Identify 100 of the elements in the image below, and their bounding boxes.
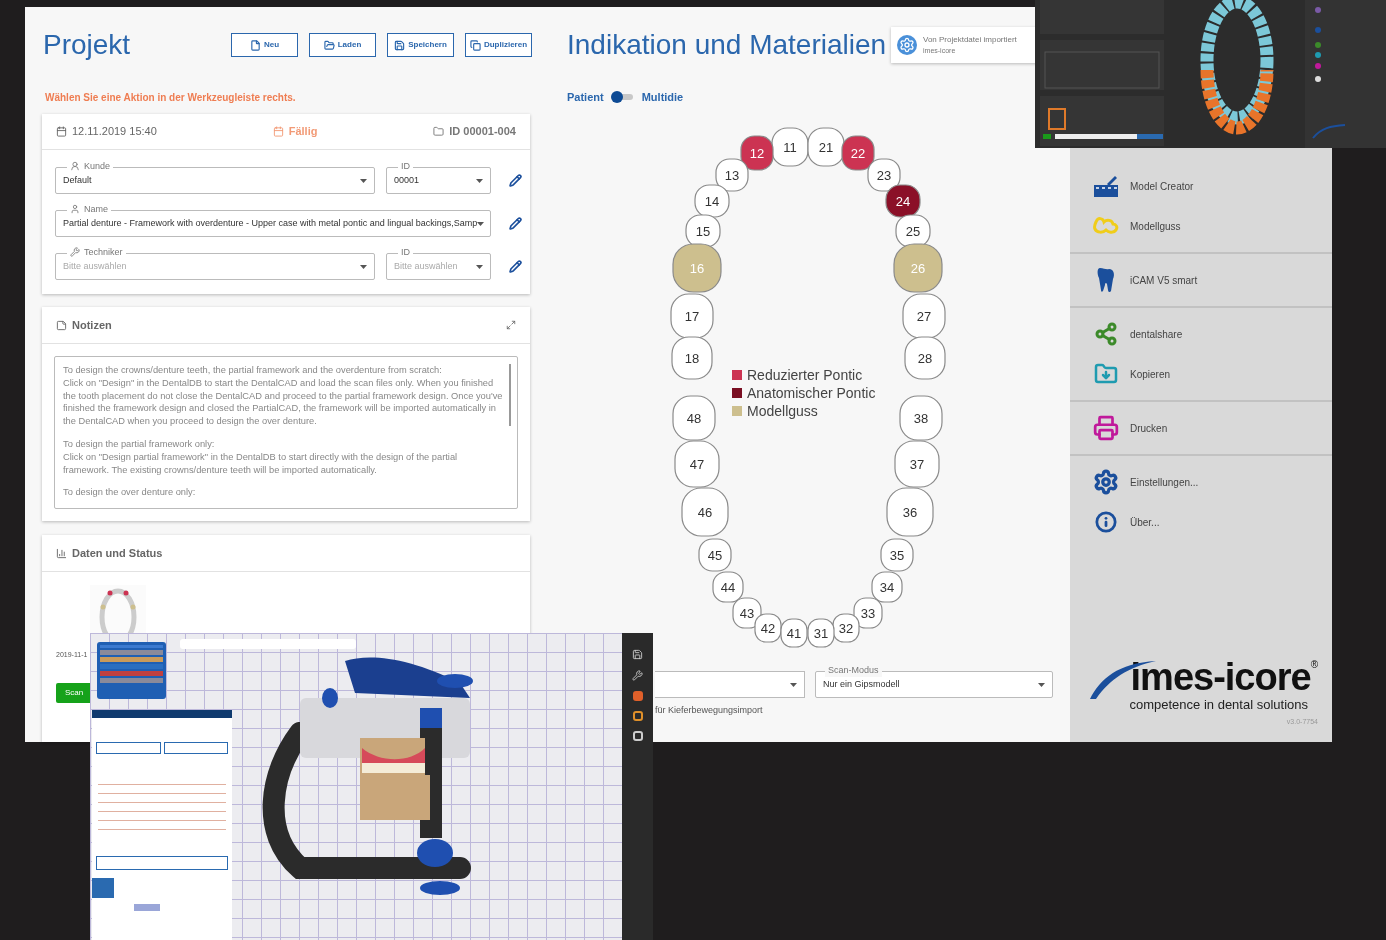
- due-date-text: Fällig: [288, 124, 318, 140]
- registered-mark: ®: [1310, 658, 1318, 670]
- legend-label: Modellguss: [747, 401, 818, 421]
- edit-icon[interactable]: [509, 260, 522, 273]
- toolbar-button[interactable]: Neu: [231, 33, 298, 57]
- tooth[interactable]: 35: [880, 538, 914, 572]
- gear-icon: [897, 35, 917, 55]
- notes-field[interactable]: [54, 356, 518, 509]
- toolbar-button[interactable]: Duplizieren: [465, 33, 532, 57]
- tooth[interactable]: 38: [899, 395, 943, 441]
- tooth[interactable]: 37: [894, 440, 940, 488]
- logo-wordmark: imes-icore: [1130, 657, 1311, 697]
- tooth[interactable]: 41: [780, 618, 808, 648]
- tooth[interactable]: 32: [832, 613, 860, 643]
- card-title: Daten und Status: [72, 545, 163, 561]
- caret-icon: [476, 264, 483, 269]
- page-title: Projekt: [43, 28, 131, 62]
- toggle-label: Multidie: [641, 89, 684, 105]
- tooth[interactable]: 33: [853, 597, 883, 629]
- caret-icon: [476, 178, 483, 183]
- project-id-text: ID 00001-004: [449, 124, 516, 140]
- share-icon: [1094, 322, 1118, 346]
- caret-icon: [477, 221, 485, 226]
- folder-icon: [323, 39, 335, 51]
- tooth[interactable]: 46: [681, 487, 729, 537]
- tool-icon[interactable]: [632, 691, 643, 701]
- tooth[interactable]: 23: [867, 158, 901, 192]
- note-icon: [56, 319, 67, 331]
- hint-text: Wählen Sie eine Aktion in der Werkzeugleiste rechts.: [45, 91, 297, 105]
- wrench-icon: [70, 247, 80, 257]
- edit-icon[interactable]: [509, 217, 522, 230]
- tooth[interactable]: 18: [671, 336, 713, 380]
- field-label: ID: [401, 246, 410, 259]
- framework-icon: [1093, 216, 1119, 236]
- caret-icon: [790, 682, 797, 687]
- edit-icon[interactable]: [509, 174, 522, 187]
- sidebar-item[interactable]: Drucken: [1070, 408, 1332, 448]
- folder-icon: [433, 126, 445, 137]
- calendar-icon: [272, 126, 284, 137]
- logo-tagline: competence in dental solutions: [1129, 697, 1308, 712]
- date-text: 12.11.2019 15:40: [72, 124, 157, 140]
- caret-icon: [360, 178, 367, 183]
- tooth[interactable]: 31: [807, 618, 835, 648]
- legend-label: Anatomischer Pontic: [747, 383, 876, 403]
- tooth[interactable]: 14: [694, 184, 730, 218]
- tooth[interactable]: 15: [685, 214, 721, 248]
- tooth[interactable]: 11: [771, 127, 809, 167]
- tooth[interactable]: 25: [895, 214, 931, 248]
- sidebar-item[interactable]: Modellguss: [1070, 206, 1332, 246]
- tooth[interactable]: 28: [904, 336, 946, 380]
- notes-paragraph: To design the partial framework only: Click on "Design partial framework" in the DentalDB to start directly with the design of the partial framework. The existing crowns/denture teeth will be imported automatically.: [63, 438, 459, 477]
- layer-menu-panel: [97, 642, 166, 699]
- tooth[interactable]: 22: [841, 135, 875, 171]
- tooth[interactable]: 27: [902, 293, 946, 339]
- mode-switch[interactable]: [612, 94, 633, 100]
- tool-icon[interactable]: [632, 711, 643, 721]
- tooth[interactable]: 42: [754, 613, 782, 643]
- checkbox-label: für Kieferbewegungsimport: [655, 704, 764, 717]
- tooth[interactable]: 13: [715, 158, 749, 192]
- sidebar-item[interactable]: Über...: [1070, 502, 1332, 542]
- toolbar-button[interactable]: Speichern: [387, 33, 454, 57]
- tooth[interactable]: 44: [712, 571, 744, 603]
- sidebar-item[interactable]: iCAM V5 smart: [1070, 260, 1332, 300]
- import-title: Von Projektdatei importiert: [923, 34, 1017, 45]
- expand-icon[interactable]: [506, 320, 516, 330]
- save-icon[interactable]: [632, 649, 643, 660]
- caret-icon: [360, 264, 367, 269]
- card-title: Notizen: [72, 317, 112, 333]
- file-icon: [249, 39, 261, 51]
- tooth[interactable]: 36: [886, 487, 934, 537]
- select-field[interactable]: [655, 671, 805, 698]
- tooth[interactable]: 45: [698, 538, 732, 572]
- copy-icon: [469, 39, 481, 51]
- tooth[interactable]: 24: [885, 184, 921, 218]
- settings-icon: [1093, 469, 1119, 495]
- folder-download-icon: [1094, 362, 1118, 386]
- tooth[interactable]: 17: [670, 293, 714, 339]
- tooth-icon: [1097, 267, 1115, 293]
- sidebar-item[interactable]: Einstellungen...: [1070, 462, 1332, 502]
- info-icon: [1095, 511, 1117, 533]
- sidebar-item[interactable]: Model Creator: [1070, 166, 1332, 206]
- toolbar-button[interactable]: Laden: [309, 33, 376, 57]
- tooth[interactable]: 47: [674, 440, 720, 488]
- tooth[interactable]: 12: [740, 135, 774, 171]
- field-label: Scan-Modus: [825, 663, 882, 677]
- tool-icon[interactable]: [632, 731, 643, 741]
- user-icon: [70, 161, 80, 171]
- bar-chart-icon: [56, 547, 67, 559]
- printer-icon: [1093, 415, 1119, 441]
- wrench-icon[interactable]: [632, 670, 643, 681]
- scrollbar-thumb[interactable]: [509, 364, 511, 426]
- legend-label: Reduzierter Pontic: [747, 365, 863, 385]
- tooth[interactable]: 43: [732, 597, 762, 629]
- sidebar-item[interactable]: Kopieren: [1070, 354, 1332, 394]
- tooth[interactable]: 48: [672, 395, 716, 441]
- tooth[interactable]: 34: [871, 571, 903, 603]
- field-label: ID: [401, 160, 410, 173]
- toggle-label: Patient: [567, 89, 604, 105]
- sidebar-item[interactable]: dentalshare: [1070, 314, 1332, 354]
- tooth[interactable]: 21: [807, 127, 845, 167]
